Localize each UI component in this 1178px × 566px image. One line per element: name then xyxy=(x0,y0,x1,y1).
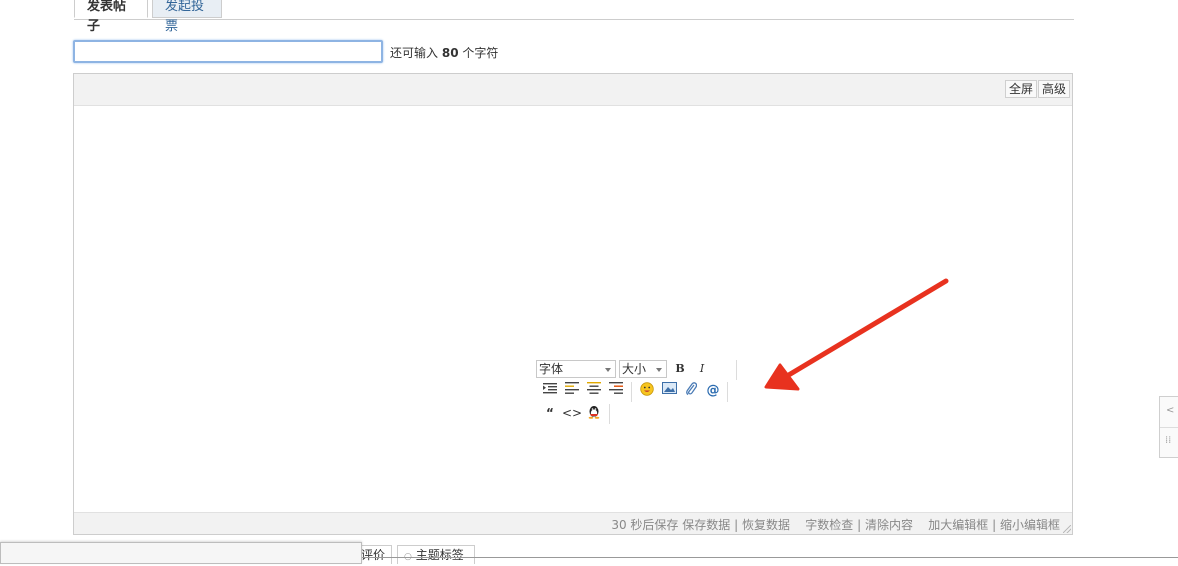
subject-char-hint: 还可输入 80 个字符 xyxy=(390,44,498,61)
collapse-icon[interactable]: < xyxy=(1166,405,1174,416)
word-count-link[interactable]: 字数检查 xyxy=(805,518,853,532)
resize-grip-icon[interactable] xyxy=(1063,525,1071,533)
fullscreen-button[interactable]: 全屏 xyxy=(1005,80,1038,98)
smiley-icon[interactable] xyxy=(637,382,657,400)
chevron-down-icon xyxy=(605,368,611,372)
toolbar-divider xyxy=(727,382,728,402)
align-right-icon[interactable] xyxy=(606,382,626,400)
editor-top-bar: 全屏 高级 xyxy=(74,74,1072,106)
tab-poll[interactable]: 发起投票 xyxy=(152,0,222,34)
advanced-button[interactable]: 高级 xyxy=(1038,80,1071,98)
topic-tags-label: 主题标签 xyxy=(415,548,464,562)
subject-input[interactable] xyxy=(73,40,383,63)
side-float-widget[interactable]: < ⁞⁞ xyxy=(1159,396,1178,458)
toolbar-divider xyxy=(631,382,632,402)
restore-data-link[interactable]: 恢复数据 xyxy=(742,518,790,532)
enlarge-editor-link[interactable]: 加大编辑框 xyxy=(928,518,988,532)
status-links: 30 秒后保存 保存数据 | 恢复数据 字数检查 | 清除内容 加大编辑框 | … xyxy=(611,516,1060,533)
topic-tags-tab[interactable]: ○ 主题标签 xyxy=(397,545,475,564)
bold-button[interactable]: B xyxy=(670,360,690,378)
font-size-select[interactable]: 大小 xyxy=(619,360,667,378)
toolbar-divider xyxy=(736,360,737,380)
hint-count: 80 xyxy=(441,46,459,60)
bottom-divider xyxy=(362,557,1178,558)
autosave-text: 30 秒后保存 xyxy=(611,518,679,532)
size-select-label: 大小 xyxy=(622,362,647,376)
editor-status-bar: 30 秒后保存 保存数据 | 恢复数据 字数检查 | 清除内容 加大编辑框 | … xyxy=(74,512,1072,534)
status-sep: | xyxy=(857,518,862,532)
save-data-link[interactable]: 保存数据 xyxy=(682,518,730,532)
tab-post[interactable]: 发表帖子 xyxy=(74,0,148,34)
quote-icon[interactable]: “ xyxy=(540,404,560,422)
floating-format-toolbar: 字体 大小 B I @ “ <> xyxy=(536,358,740,426)
font-select-label: 字体 xyxy=(539,362,564,376)
indent-icon[interactable] xyxy=(540,382,560,400)
font-family-select[interactable]: 字体 xyxy=(536,360,616,378)
shrink-editor-link[interactable]: 缩小编辑框 xyxy=(1000,518,1060,532)
qq-icon[interactable] xyxy=(584,404,604,422)
rating-tab-label: 评价 xyxy=(360,548,385,562)
italic-button[interactable]: I xyxy=(692,360,712,378)
image-icon[interactable] xyxy=(659,382,679,400)
attachment-icon[interactable] xyxy=(681,382,701,400)
at-icon[interactable]: @ xyxy=(703,382,723,400)
floating-bottom-bar[interactable] xyxy=(0,542,362,564)
widget-divider xyxy=(1160,427,1178,428)
clear-content-link[interactable]: 清除内容 xyxy=(865,518,913,532)
hint-suffix: 个字符 xyxy=(462,46,499,60)
align-center-icon[interactable] xyxy=(584,382,604,400)
red-arrow-icon xyxy=(764,278,949,391)
hint-prefix: 还可输入 xyxy=(390,46,439,60)
chevron-down-icon xyxy=(656,368,662,372)
status-sep: | xyxy=(992,518,997,532)
toolbar-divider xyxy=(609,404,610,424)
status-sep: | xyxy=(734,518,739,532)
grid-icon[interactable]: ⁞⁞ xyxy=(1165,435,1171,446)
align-left-icon[interactable] xyxy=(562,382,582,400)
post-tabs: 发表帖子 发起投票 xyxy=(74,0,1074,34)
code-icon[interactable]: <> xyxy=(562,404,582,422)
